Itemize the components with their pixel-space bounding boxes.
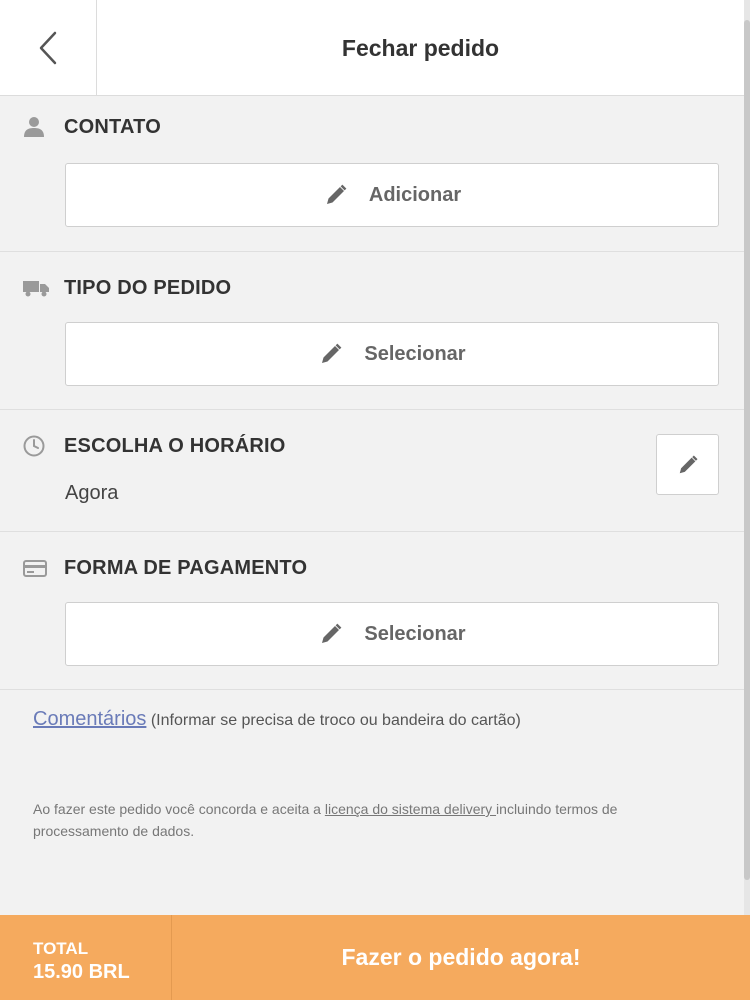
- payment-title: FORMA DE PAGAMENTO: [64, 556, 308, 579]
- edit-time-button[interactable]: [656, 434, 719, 495]
- user-icon: [22, 115, 50, 139]
- select-order-type-label: Selecionar: [364, 342, 466, 365]
- select-payment-label: Selecionar: [364, 622, 466, 645]
- payment-section: FORMA DE PAGAMENTO Selecionar: [0, 532, 744, 690]
- order-type-section: TIPO DO PEDIDO Selecionar: [0, 252, 744, 410]
- truck-icon: [22, 276, 50, 300]
- time-title: ESCOLHA O HORÁRIO: [64, 434, 286, 457]
- contact-title: CONTATO: [64, 115, 161, 138]
- credit-card-icon: [22, 556, 50, 580]
- total-value: 15.90 BRL: [33, 961, 130, 983]
- select-order-type-button[interactable]: Selecionar: [65, 322, 719, 386]
- terms-text: Ao fazer este pedido você concorda e ace…: [33, 798, 713, 842]
- contact-section: CONTATO Adicionar: [0, 97, 744, 252]
- pencil-icon: [323, 182, 349, 208]
- checkout-footer: TOTAL 15.90 BRL Fazer o pedido agora!: [0, 915, 750, 1000]
- total-box: TOTAL 15.90 BRL: [0, 915, 172, 1000]
- pencil-icon: [679, 454, 698, 473]
- comments-link[interactable]: Comentários: [33, 708, 146, 730]
- total-label: TOTAL: [33, 939, 89, 958]
- order-type-header: TIPO DO PEDIDO: [22, 276, 231, 300]
- license-link[interactable]: licença do sistema delivery: [325, 801, 496, 817]
- time-section: ESCOLHA O HORÁRIO Agora: [0, 410, 744, 532]
- header: Fechar pedido: [0, 0, 744, 96]
- clock-icon: [22, 434, 50, 458]
- terms-prefix: Ao fazer este pedido você concorda e ace…: [33, 801, 325, 817]
- payment-header: FORMA DE PAGAMENTO: [22, 556, 307, 580]
- checkout-page: Fechar pedido CONTATO Adicionar TIPO DO …: [0, 0, 750, 1000]
- chevron-left-icon: [39, 31, 57, 65]
- add-contact-button[interactable]: Adicionar: [65, 163, 719, 227]
- pencil-icon: [318, 621, 344, 647]
- add-contact-label: Adicionar: [368, 183, 462, 206]
- time-header: ESCOLHA O HORÁRIO: [22, 434, 286, 458]
- place-order-button[interactable]: Fazer o pedido agora!: [172, 915, 750, 1000]
- select-payment-button[interactable]: Selecionar: [65, 602, 719, 666]
- comments-row: Comentários (Informar se precisa de troc…: [33, 708, 521, 731]
- page-title: Fechar pedido: [341, 34, 500, 61]
- scrollbar-track[interactable]: [744, 0, 750, 1000]
- pencil-icon: [318, 341, 344, 367]
- order-type-title: TIPO DO PEDIDO: [64, 276, 232, 299]
- contact-header: CONTATO: [22, 115, 161, 139]
- back-button[interactable]: [0, 0, 97, 96]
- comments-hint: (Informar se precisa de troco ou bandeir…: [150, 712, 521, 729]
- time-value: Agora: [65, 482, 119, 504]
- scrollbar-thumb[interactable]: [744, 20, 750, 880]
